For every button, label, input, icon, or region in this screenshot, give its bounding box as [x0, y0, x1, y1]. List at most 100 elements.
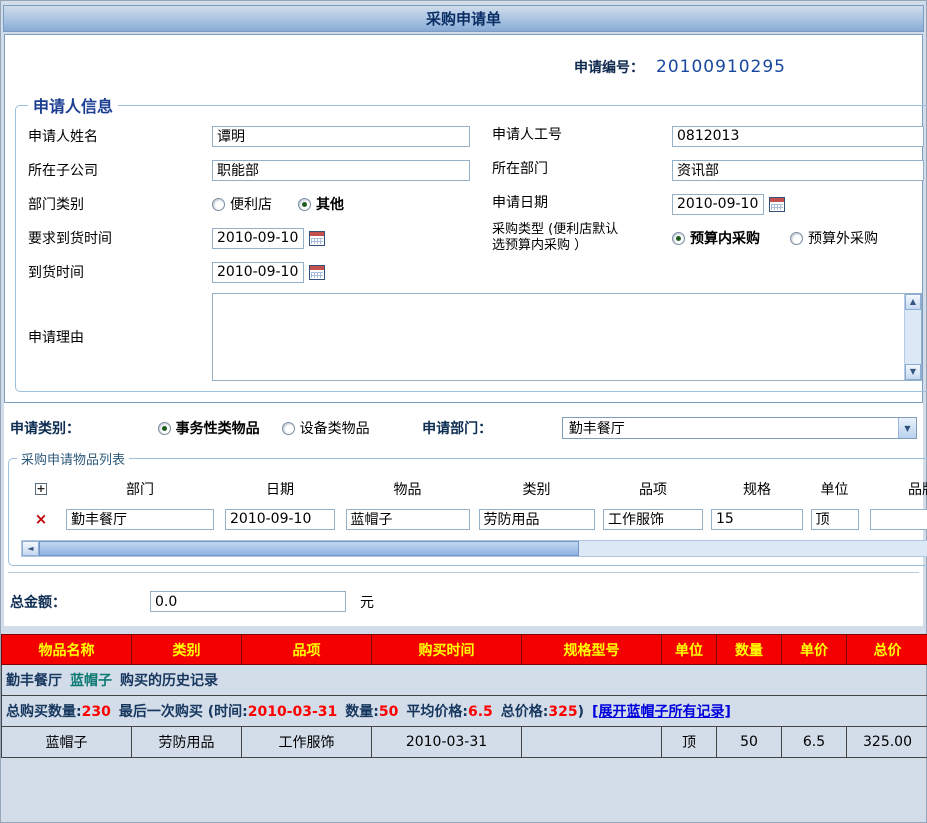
delete-row-icon[interactable]: × [35, 512, 48, 527]
history-col-buytime: 购买时间 [372, 635, 522, 665]
radio-dot-icon [790, 232, 803, 245]
purchase-history-table: 物品名称 类别 品项 购买时间 规格型号 单位 数量 单价 总价 勤丰餐厅蓝帽子… [1, 634, 927, 758]
dept-type-radio-convenience-store[interactable]: 便利店 [212, 194, 272, 214]
row-depttype-applydate: 部门类别 便利店 其他 申请日期 [22, 187, 924, 221]
arrival-date-label: 到货时间 [22, 262, 212, 282]
item-product-input[interactable] [603, 509, 703, 530]
row-arrivaldate: 到货时间 [22, 255, 924, 289]
purchase-type-radio-in-budget[interactable]: 预算内采购 [672, 228, 760, 248]
row-reason: 申请理由 ▲ ▼ [22, 293, 924, 381]
history-title-item: 蓝帽子 [70, 673, 112, 689]
reason-label: 申请理由 [22, 327, 212, 347]
item-date-input[interactable] [225, 509, 335, 530]
page-title: 采购申请单 [426, 8, 501, 29]
items-list-legend: 采购申请物品列表 [17, 449, 129, 468]
history-header-row: 物品名称 类别 品项 购买时间 规格型号 单位 数量 单价 总价 [2, 635, 927, 665]
calendar-icon[interactable] [769, 197, 785, 212]
applicant-name-label: 申请人姓名 [22, 126, 212, 146]
employee-no-input[interactable] [672, 126, 924, 147]
expand-all-icon[interactable]: + [35, 483, 47, 495]
apply-dept-label: 申请部门： [422, 418, 562, 438]
history-col-price: 单价 [782, 635, 847, 665]
dept-type-option2-label: 其他 [316, 194, 344, 214]
item-spec-input[interactable] [711, 509, 803, 530]
category-radio-office-items[interactable]: 事务性类物品 [158, 418, 260, 438]
col-date-header: 日期 [219, 479, 341, 499]
history-cell-unit: 顶 [662, 727, 717, 758]
application-number-value: 20100910295 [656, 57, 786, 77]
apply-dept-select[interactable]: 勤丰餐厅 ▼ [562, 417, 917, 439]
scrollbar-thumb[interactable] [39, 541, 579, 556]
purchase-type-label-line2: 选预算内采购 ） [492, 238, 587, 253]
scroll-down-button[interactable]: ▼ [905, 364, 921, 380]
item-unit-input[interactable] [811, 509, 859, 530]
applicant-info-section: 申请人信息 申请人姓名 申请人工号 所在子公司 所在部门 部门类别 便利店 [15, 93, 927, 392]
history-cell-qty: 50 [717, 727, 782, 758]
items-table-row: × [21, 504, 927, 534]
history-cell-item: 蓝帽子 [2, 727, 132, 758]
employee-no-label: 申请人工号 [492, 127, 672, 145]
expand-all-records-link[interactable]: [展开蓝帽子所有记录] [592, 704, 731, 720]
col-spec-header: 规格 [707, 479, 807, 499]
category-option2-label: 设备类物品 [300, 418, 370, 438]
history-title-dept: 勤丰餐厅 [6, 673, 62, 689]
purchase-type-option1-label: 预算内采购 [690, 228, 760, 248]
reason-input[interactable] [213, 294, 904, 380]
history-data-row: 蓝帽子 劳防用品 工作服饰 2010-03-31 顶 50 6.5 325.00 [2, 727, 927, 758]
history-cell-buytime: 2010-03-31 [372, 727, 522, 758]
total-amount-label: 总金额： [10, 592, 150, 612]
summary-close-paren: ) [578, 704, 584, 720]
required-date-label: 要求到货时间 [22, 228, 212, 248]
lower-content-area: 申请类别： 事务性类物品 设备类物品 申请部门： 勤丰餐厅 ▼ 采购申请物品列表… [4, 403, 923, 626]
total-amount-input[interactable] [150, 591, 346, 612]
subsidiary-label: 所在子公司 [22, 160, 212, 180]
history-cell-total: 325.00 [847, 727, 927, 758]
purchase-type-label-line1: 采购类型 (便利店默认 [492, 222, 618, 237]
scroll-up-button[interactable]: ▲ [905, 294, 921, 310]
main-form-panel: 申请编号： 20100910295 申请人信息 申请人姓名 申请人工号 所在子公… [4, 34, 923, 403]
department-label: 所在部门 [492, 161, 672, 179]
horizontal-scrollbar[interactable]: ◄ ► [21, 540, 927, 557]
history-title-text: 购买的历史记录 [120, 673, 218, 689]
chevron-down-icon: ▼ [898, 418, 916, 438]
dept-type-option1-label: 便利店 [230, 194, 272, 214]
summary-total-qty-value: 230 [82, 704, 111, 720]
required-date-input[interactable] [212, 228, 304, 249]
radio-dot-icon [212, 198, 225, 211]
item-brand-input[interactable] [870, 509, 927, 530]
item-name-input[interactable] [346, 509, 470, 530]
calendar-icon[interactable] [309, 265, 325, 280]
item-category-input[interactable] [479, 509, 595, 530]
history-col-spec: 规格型号 [522, 635, 662, 665]
apply-date-input[interactable] [672, 194, 764, 215]
department-input[interactable] [672, 160, 924, 181]
summary-total-qty-label: 总购买数量: [6, 704, 82, 720]
history-col-qty: 数量 [717, 635, 782, 665]
row-subsidiary-dept: 所在子公司 所在部门 [22, 153, 924, 187]
scroll-left-button[interactable]: ◄ [22, 541, 39, 556]
history-col-product: 品项 [242, 635, 372, 665]
subsidiary-input[interactable] [212, 160, 470, 181]
items-table-header: + 部门 日期 物品 类别 品项 规格 单位 品牌 [21, 474, 927, 504]
summary-qty-value: 50 [379, 704, 398, 720]
dept-type-radio-other[interactable]: 其他 [298, 194, 344, 214]
purchase-type-radio-out-budget[interactable]: 预算外采购 [790, 228, 878, 248]
history-cell-product: 工作服饰 [242, 727, 372, 758]
col-category-header: 类别 [474, 479, 599, 499]
summary-qty-label: 数量: [345, 704, 379, 720]
window-title-bar: 采购申请单 [3, 5, 924, 32]
applicant-name-input[interactable] [212, 126, 470, 147]
items-list-section: 采购申请物品列表 + 部门 日期 物品 类别 品项 规格 单位 品牌 × [8, 449, 927, 566]
apply-dept-selected-value: 勤丰餐厅 [569, 418, 625, 438]
calendar-icon[interactable] [309, 231, 325, 246]
arrival-date-input[interactable] [212, 262, 304, 283]
item-dept-input[interactable] [66, 509, 214, 530]
purchase-type-label: 采购类型 (便利店默认 选预算内采购 ） [492, 222, 672, 255]
summary-last-buy-label: 最后一次购买 (时间: [119, 704, 248, 720]
total-amount-unit: 元 [360, 592, 374, 612]
category-option1-label: 事务性类物品 [176, 418, 260, 438]
history-col-unit: 单位 [662, 635, 717, 665]
category-radio-equipment-items[interactable]: 设备类物品 [282, 418, 370, 438]
history-col-category: 类别 [132, 635, 242, 665]
vertical-scrollbar[interactable]: ▲ ▼ [904, 294, 921, 380]
